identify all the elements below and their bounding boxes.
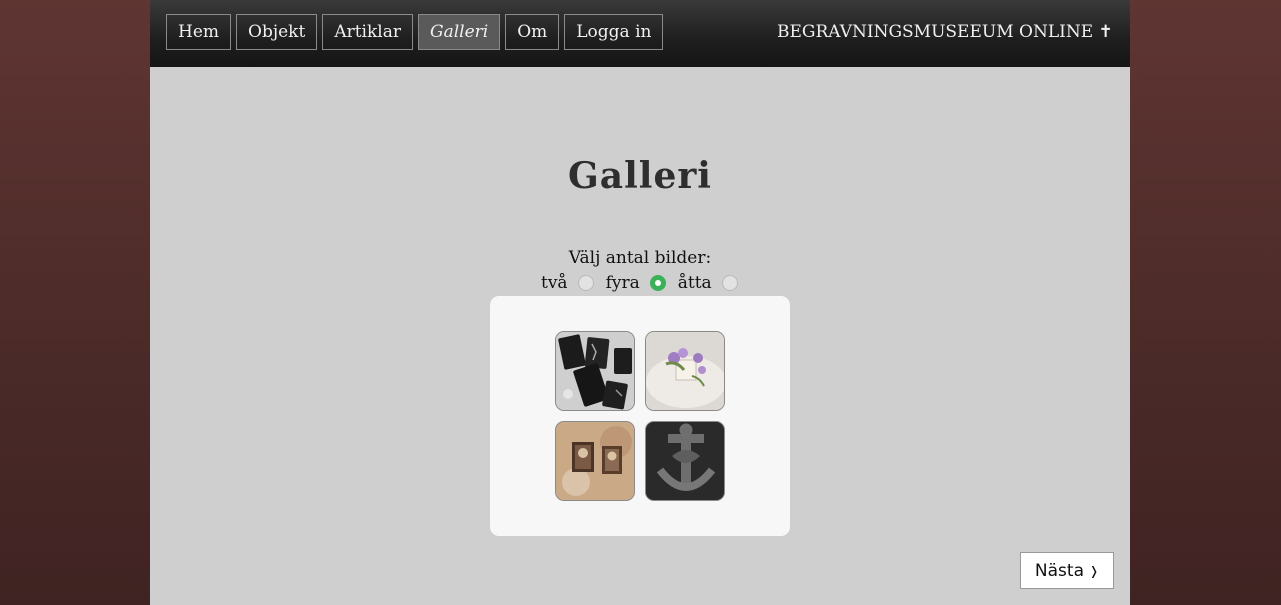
- image-count-option-tva[interactable]: två: [541, 273, 594, 293]
- gallery-panel: [490, 296, 790, 536]
- image-count-label: Välj antal bilder:: [568, 248, 712, 268]
- option-label-tva: två: [541, 273, 568, 293]
- next-button-label: Nästa: [1034, 560, 1084, 581]
- main-nav: Hem Objekt Artiklar Galleri Om Logga in: [166, 14, 664, 50]
- radio-fyra[interactable]: [649, 275, 666, 291]
- nav-item-galleri[interactable]: Galleri: [417, 14, 501, 50]
- page-title: Galleri: [568, 155, 712, 197]
- page-container: Hem Objekt Artiklar Galleri Om Logga in …: [150, 0, 1130, 605]
- nav-item-artiklar[interactable]: Artiklar: [322, 14, 413, 50]
- image-count-option-fyra[interactable]: fyra: [606, 273, 666, 293]
- radio-tva[interactable]: [577, 275, 594, 291]
- gallery-thumbnail[interactable]: [555, 421, 635, 501]
- top-navigation-bar: Hem Objekt Artiklar Galleri Om Logga in …: [150, 0, 1130, 67]
- nav-item-logga-in[interactable]: Logga in: [564, 14, 664, 50]
- thumbnail-image: [556, 422, 634, 500]
- radio-atta[interactable]: [721, 275, 738, 291]
- site-title[interactable]: BEGRAVNINGSMUSEEUM ONLINE ✝: [777, 22, 1113, 42]
- option-label-fyra: fyra: [605, 273, 640, 293]
- thumbnail-image: [556, 332, 634, 410]
- thumbnail-image: [646, 422, 724, 500]
- gallery-thumbnail[interactable]: [555, 331, 635, 411]
- nav-item-om[interactable]: Om: [505, 14, 560, 50]
- chevron-right-icon: ❭: [1089, 563, 1100, 578]
- nav-item-objekt[interactable]: Objekt: [236, 14, 318, 50]
- next-button[interactable]: Nästa ❭: [1020, 552, 1114, 589]
- image-count-options: två fyra åtta: [541, 273, 750, 293]
- thumbnail-image: [646, 332, 724, 410]
- option-label-atta: åtta: [677, 273, 712, 293]
- gallery-thumbnail[interactable]: [645, 331, 725, 411]
- nav-item-hem[interactable]: Hem: [166, 14, 232, 50]
- image-count-option-atta[interactable]: åtta: [678, 273, 738, 293]
- gallery-thumbnail[interactable]: [645, 421, 725, 501]
